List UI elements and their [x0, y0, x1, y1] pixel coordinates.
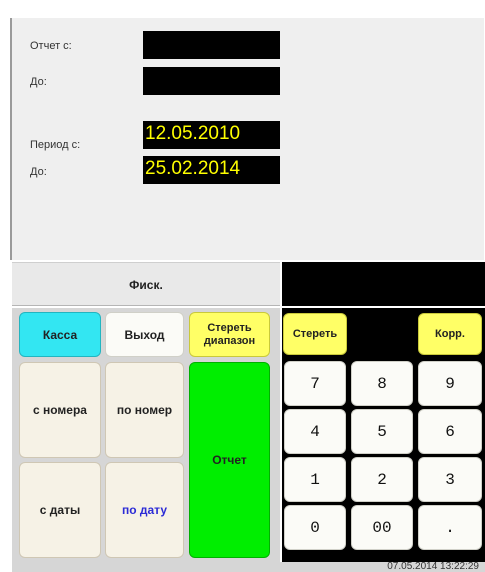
numpad-key-8[interactable]: 8: [351, 361, 413, 406]
report-to-field[interactable]: [143, 67, 280, 95]
numpad-key-5[interactable]: 5: [351, 409, 413, 454]
report-from-field[interactable]: [143, 31, 280, 59]
to-number-button[interactable]: по номер: [105, 362, 184, 458]
numpad-key-dot[interactable]: .: [418, 505, 482, 550]
period-from-label: Период с:: [30, 139, 81, 151]
numpad-correct-button[interactable]: Корр.: [418, 313, 482, 355]
to-date-button[interactable]: по дату: [105, 462, 184, 558]
report-button[interactable]: Отчет: [189, 362, 270, 558]
numpad-key-1[interactable]: 1: [284, 457, 346, 502]
clear-range-button[interactable]: Стереть диапазон: [189, 312, 270, 357]
status-datetime: 07.05.2014 13:22:29: [387, 561, 479, 572]
from-number-button[interactable]: с номера: [19, 362, 101, 458]
numpad-key-3[interactable]: 3: [418, 457, 482, 502]
exit-button[interactable]: Выход: [105, 312, 184, 357]
period-from-date-field[interactable]: 12.05.2010: [143, 121, 280, 149]
from-date-button[interactable]: с даты: [19, 462, 101, 558]
numpad-clear-button[interactable]: Стереть: [283, 313, 347, 355]
numeric-display: [282, 262, 485, 306]
period-to-date-field[interactable]: 25.02.2014: [143, 156, 280, 184]
numpad-key-9[interactable]: 9: [418, 361, 482, 406]
report-to-label: До:: [30, 76, 47, 88]
numpad-key-00[interactable]: 00: [351, 505, 413, 550]
period-to-label: До:: [30, 166, 47, 178]
numpad-key-0[interactable]: 0: [284, 505, 346, 550]
numpad-key-2[interactable]: 2: [351, 457, 413, 502]
fisk-button[interactable]: Фиск.: [12, 262, 280, 306]
numpad-key-4[interactable]: 4: [284, 409, 346, 454]
fisk-label: Фиск.: [129, 278, 163, 292]
report-from-label: Отчет с:: [30, 40, 72, 52]
numpad-key-6[interactable]: 6: [418, 409, 482, 454]
numpad-key-7[interactable]: 7: [284, 361, 346, 406]
kassa-button[interactable]: Касса: [19, 312, 101, 357]
